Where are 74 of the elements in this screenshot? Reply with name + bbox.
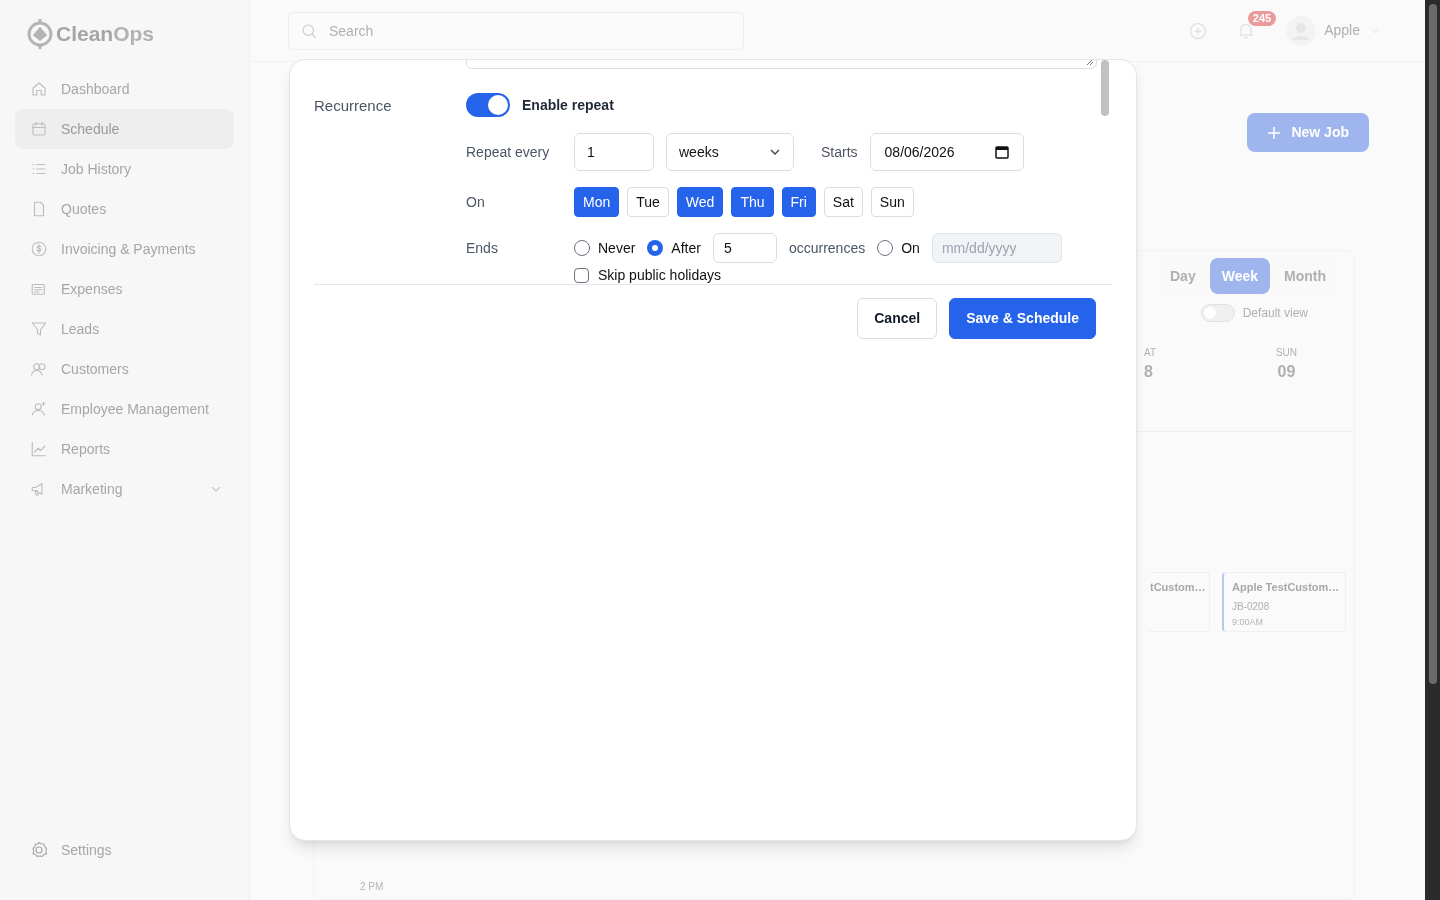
time-label: 2 PM bbox=[360, 881, 384, 892]
field-label: Ends bbox=[466, 238, 499, 258]
day-toggle[interactable]: Thu bbox=[731, 187, 774, 217]
day-toggle[interactable]: Wed bbox=[676, 187, 724, 217]
logo-icon bbox=[26, 16, 54, 51]
field-label: Repeat every bbox=[466, 142, 551, 162]
number-field[interactable]: 5 bbox=[712, 233, 777, 263]
house-icon bbox=[30, 80, 48, 98]
event-card[interactable]: tCustom… bbox=[1148, 572, 1210, 632]
sidebar-item[interactable]: Leads bbox=[15, 309, 234, 349]
sidebar-item[interactable]: Settings bbox=[15, 830, 234, 870]
day-number: 8 bbox=[1144, 362, 1153, 382]
search-field[interactable]: Search bbox=[288, 11, 744, 50]
day-toggle[interactable]: Tue bbox=[627, 187, 669, 217]
number-field[interactable]: 1 bbox=[574, 133, 654, 171]
scrollbar[interactable] bbox=[1101, 60, 1109, 116]
checkbox-label: Skip public holidays bbox=[598, 266, 721, 284]
section-label: Recurrence bbox=[314, 97, 392, 114]
day-number: 09 bbox=[1277, 362, 1296, 382]
radio-button[interactable] bbox=[877, 240, 894, 256]
day-toggle[interactable]: Sat bbox=[823, 187, 863, 217]
person-icon bbox=[30, 400, 48, 418]
toggle-label: Enable repeat bbox=[522, 95, 614, 115]
view-tab[interactable]: Week bbox=[1209, 258, 1270, 294]
radio-label: On bbox=[901, 238, 920, 258]
radio-label: Never bbox=[598, 238, 636, 258]
sidebar-item[interactable]: Expenses bbox=[15, 269, 234, 309]
day-name: AT bbox=[1144, 346, 1157, 360]
resize-handle-icon[interactable] bbox=[1086, 60, 1094, 66]
plus-icon bbox=[1267, 125, 1282, 140]
sidebar-item[interactable]: Reports bbox=[15, 429, 234, 469]
user-name[interactable]: Apple bbox=[1324, 20, 1360, 41]
date-field[interactable]: 08/06/2026 bbox=[869, 133, 1024, 171]
day-toggle[interactable]: Sun bbox=[870, 187, 914, 217]
save-button[interactable]: Save & Schedule bbox=[949, 298, 1096, 339]
logo-text: CleanOps bbox=[56, 20, 155, 47]
sidebar-item[interactable]: Job History bbox=[15, 149, 234, 189]
event-card[interactable]: Apple TestCustom… JB-0208 9:00AM bbox=[1222, 572, 1346, 632]
sidebar-item[interactable]: Quotes bbox=[15, 189, 234, 229]
calendar-icon bbox=[30, 120, 48, 138]
day-toggle[interactable]: Mon bbox=[574, 187, 620, 217]
field-label: occurrences bbox=[788, 238, 866, 258]
radio-button[interactable] bbox=[647, 240, 664, 256]
toggle-switch[interactable] bbox=[1200, 304, 1235, 322]
people-icon bbox=[30, 360, 48, 378]
chart-icon bbox=[30, 440, 48, 458]
calendar-icon[interactable] bbox=[994, 145, 1009, 159]
search-icon bbox=[300, 21, 318, 40]
new-job-button[interactable]: New Job bbox=[1247, 113, 1369, 152]
view-tab[interactable]: Day bbox=[1158, 258, 1208, 294]
day-name: SUN bbox=[1275, 346, 1298, 360]
sidebar-item[interactable]: Invoicing & Payments bbox=[15, 229, 234, 269]
sidebar-item[interactable]: Customers bbox=[15, 349, 234, 389]
date-field[interactable]: mm/dd/yyyy bbox=[931, 233, 1062, 263]
notification-count: 245 bbox=[1247, 10, 1277, 26]
scrollbar[interactable] bbox=[1428, 4, 1437, 684]
field-label: On bbox=[466, 192, 486, 212]
day-toggle[interactable]: Fri bbox=[781, 187, 816, 217]
radio-button[interactable] bbox=[574, 240, 590, 256]
funnel-icon bbox=[30, 320, 48, 338]
default-view-label: Default view bbox=[1242, 305, 1308, 322]
sidebar-item[interactable]: Employee Management bbox=[15, 389, 234, 429]
unit-select[interactable]: weeks bbox=[666, 133, 794, 171]
sidebar-item[interactable]: Dashboard bbox=[15, 69, 234, 109]
sidebar-item[interactable]: Marketing bbox=[15, 469, 234, 509]
field-label: Starts bbox=[821, 142, 858, 162]
toggle-switch[interactable] bbox=[466, 93, 510, 117]
view-tab[interactable]: Month bbox=[1272, 258, 1338, 294]
dollar-icon bbox=[30, 240, 48, 258]
settings-icon bbox=[30, 841, 48, 859]
sidebar-item[interactable]: Schedule bbox=[15, 109, 234, 149]
cancel-button[interactable]: Cancel bbox=[857, 298, 938, 339]
radio-label: After bbox=[671, 238, 701, 258]
checkbox[interactable] bbox=[574, 268, 589, 283]
